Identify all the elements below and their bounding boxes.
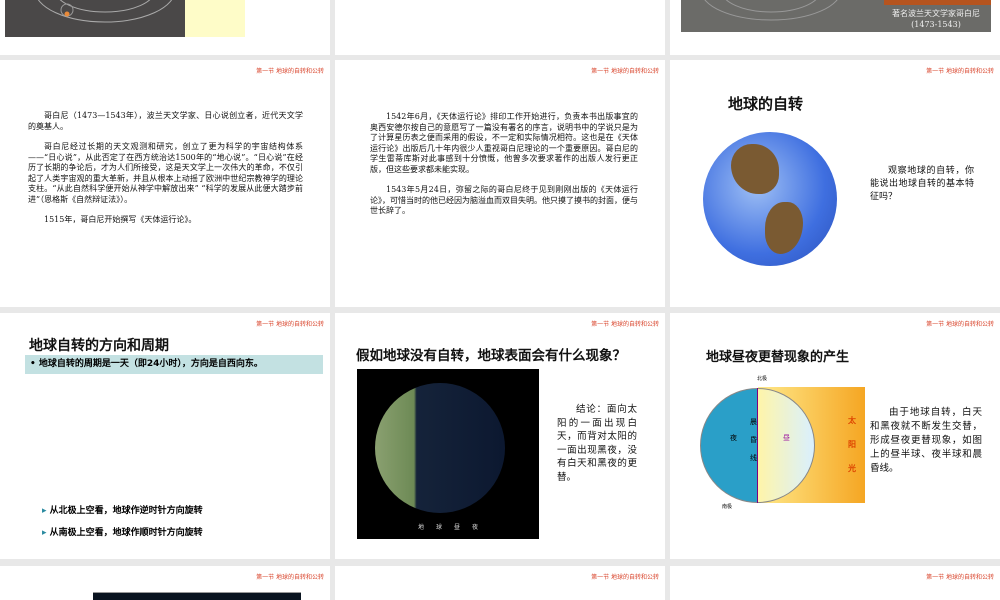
paragraph: 1515年，哥白尼开始撰写《天体运行论》。 [44,215,197,224]
night-label: 夜 [730,434,737,442]
highlighted-bullet: • 地球自转的周期是一天（即24小时），方向是自西向东。 [25,355,323,374]
slide-thumbnail-1[interactable] [0,0,330,55]
portrait-caption: 著名波兰天文学家哥白尼(1473-1543) [892,9,980,29]
slide-thumbnail-4[interactable]: 第一节 地球的自转和公转 哥白尼（1473—1543年），波兰天文学家、日心说创… [0,60,330,307]
paragraph: 哥白尼（1473—1543年），波兰天文学家、日心说创立者，近代天文学的奠基人。 [28,111,303,131]
south-pole-label: 南极 [722,504,733,510]
slide-thumbnail-8[interactable]: 第一节 地球的自转和公转 假如地球没有自转，地球表面会有什么现象？ 地 球 昼 … [335,313,665,559]
north-pole-label: 北极 [757,376,768,382]
day-night-diagram: 北极 南极 太阳光 夜 昼 晨昏线 [700,376,865,510]
slide-thumbnail-9[interactable]: 第一节 地球的自转和公转 地球昼夜更替现象的产生 北极 南极 太阳光 夜 昼 晨… [670,313,1000,559]
question-text: 观察地球的自转，你能说出地球自转的基本特征吗？ [870,166,974,202]
triangle-bullet-icon: ▸ [42,528,47,538]
point-text: 从北极上空看，地球作逆时针方向旋转 [49,506,203,516]
bullet-text: 地球自转的周期是一天（即24小时），方向是自西向东。 [38,359,263,369]
slide-thumbnail-12[interactable]: 第一节 地球的自转和公转 [670,566,1000,600]
section-header: 第一节 地球的自转和公转 [926,68,994,75]
image-caption: 地 球 昼 夜 [417,524,478,531]
slide-thumbnail-10[interactable]: 第一节 地球的自转和公转 [0,566,330,600]
slide-title: 地球昼夜更替现象的产生 [706,350,850,365]
earth-day-night-image: 地 球 昼 夜 [357,369,539,539]
paragraph: 1542年6月，《天体运行论》排印工作开始进行，负责本书出版事宜的奥西安德尔按自… [370,112,638,174]
slide-title: 假如地球没有自转，地球表面会有什么现象？ [356,348,626,364]
paragraph: 哥白尼经过长期的天文观测和研究，创立了更为科学的宇宙结构体系——“日心说”，从此… [28,142,303,204]
slide-thumbnail-11[interactable]: 第一节 地球的自转和公转 [335,566,665,600]
day-label: 昼 [783,434,790,442]
section-header: 第一节 地球的自转和公转 [256,574,324,581]
slide-title: 地球的自转 [728,95,804,113]
note-box [185,0,245,37]
slide-thumbnail-5[interactable]: 第一节 地球的自转和公转 1542年6月，《天体运行论》排印工作开始进行，负责本… [335,60,665,307]
copernicus-image: 著名波兰天文学家哥白尼(1473-1543) [681,0,991,32]
section-header: 第一节 地球的自转和公转 [591,321,659,328]
conclusion-text: 结论：面向太阳的一面出现白天，而背对太阳的一面出现黑夜，没有白天和黑夜的更替。 [557,404,637,483]
section-header: 第一节 地球的自转和公转 [591,574,659,581]
terminator-label: 晨昏线 [750,418,757,462]
sunlight-label: 太阳光 [848,415,856,473]
earth-images [93,592,301,600]
section-header: 第一节 地球的自转和公转 [256,68,324,75]
point-text: 从南极上空看，地球作顺时针方向旋转 [49,528,203,538]
paragraph: 1543年5月24日，弥留之际的哥白尼终于见到刚刚出版的《天体运行论》，可惜当时… [370,185,638,215]
explanation-text: 由于地球自转，白天和黑夜就不断发生交替，形成昼夜更替现象，如图上的昼半球、夜半球… [870,407,982,474]
slide-thumbnail-3[interactable]: 著名波兰天文学家哥白尼(1473-1543) [670,0,1000,55]
section-header: 第一节 地球的自转和公转 [926,574,994,581]
section-header: 第一节 地球的自转和公转 [256,321,324,328]
earth-globe-image [703,132,837,266]
list-item: ▸ 从北极上空看，地球作逆时针方向旋转 [42,503,203,516]
slide-title: 地球自转的方向和周期 [29,338,169,354]
solar-system-image [5,0,185,37]
triangle-bullet-icon: ▸ [42,506,47,516]
section-header: 第一节 地球的自转和公转 [926,321,994,328]
slide-thumbnail-7[interactable]: 第一节 地球的自转和公转 地球自转的方向和周期 • 地球自转的周期是一天（即24… [0,313,330,559]
slide-thumbnail-2[interactable] [335,0,665,55]
list-item: ▸ 从南极上空看，地球作顺时针方向旋转 [42,525,203,538]
slide-thumbnail-6[interactable]: 第一节 地球的自转和公转 地球的自转 观察地球的自转，你能说出地球自转的基本特征… [670,60,1000,307]
section-header: 第一节 地球的自转和公转 [591,68,659,75]
